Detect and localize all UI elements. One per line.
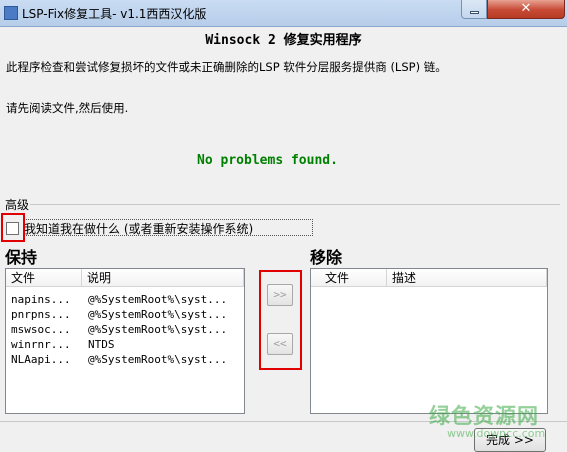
page-title: Winsock 2 修复实用程序 (205, 33, 362, 48)
keep-col-file[interactable]: 文件 (6, 269, 82, 287)
title-bar[interactable]: LSP-Fix修复工具- v1.1西西汉化版 ✕ (0, 0, 567, 27)
window-title: LSP-Fix修复工具- v1.1西西汉化版 (22, 7, 207, 21)
advanced-divider (30, 204, 560, 205)
keep-section-title: 保持 (5, 248, 38, 267)
instruction-text: 请先阅读文件,然后使用. (6, 101, 129, 115)
remove-list[interactable]: 文件 描述 (310, 268, 548, 414)
highlight-box-move-buttons (259, 270, 302, 370)
description-text: 此程序检查和尝试修复损坏的文件或未正确删除的LSP 软件分层服务提供商 (LSP… (6, 60, 447, 74)
row-file: napins... (11, 293, 71, 306)
row-desc: NTDS (88, 338, 115, 351)
highlight-box-checkbox (1, 213, 25, 242)
watermark-text: 绿色资源网 (429, 404, 539, 428)
row-file: winrnr... (11, 338, 71, 351)
i-know-checkbox-label[interactable]: 我知道我在做什么 (或者重新安装操作系统) (24, 220, 253, 237)
row-desc: @%SystemRoot%\syst... (88, 353, 228, 366)
row-desc: @%SystemRoot%\syst... (88, 308, 228, 321)
row-file: pnrpns... (11, 308, 71, 321)
watermark-url: www.downcc.com (447, 427, 546, 440)
remove-col-file[interactable]: 文件 (311, 269, 387, 287)
close-button[interactable]: ✕ (487, 0, 565, 19)
advanced-group-label: 高级 (5, 198, 30, 212)
status-message: No problems found. (197, 153, 338, 168)
app-icon (4, 6, 18, 20)
remove-col-desc[interactable]: 描述 (387, 269, 547, 287)
minimize-button[interactable] (461, 0, 487, 19)
row-file: mswsoc... (11, 323, 71, 336)
row-desc: @%SystemRoot%\syst... (88, 323, 228, 336)
remove-section-title: 移除 (310, 248, 343, 267)
row-file: NLAapi... (11, 353, 71, 366)
row-desc: @%SystemRoot%\syst... (88, 293, 228, 306)
keep-col-desc[interactable]: 说明 (82, 269, 244, 287)
keep-list[interactable]: 文件 说明 napins... @%SystemRoot%\syst... pn… (5, 268, 245, 414)
